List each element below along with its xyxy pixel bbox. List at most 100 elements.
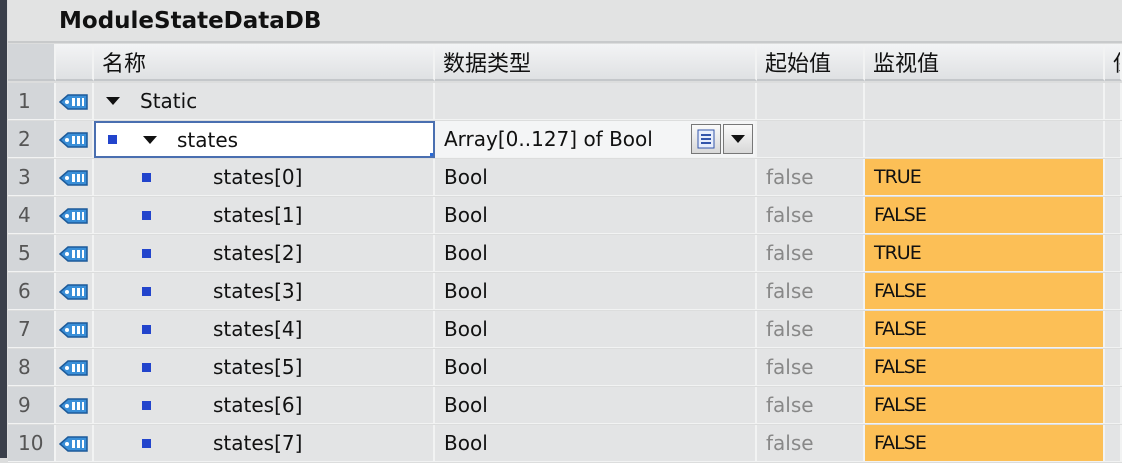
- element-icon: [142, 172, 151, 182]
- monitor-value-cell[interactable]: FALSE: [865, 197, 1105, 234]
- list-icon: [697, 129, 715, 149]
- extra-cell: [1105, 425, 1122, 462]
- row-name: states[0]: [213, 165, 303, 189]
- table-row[interactable]: 1 Static: [8, 83, 1122, 121]
- table-row[interactable]: 9 states[6] Bool false FALSE: [8, 387, 1122, 425]
- type-cell[interactable]: Bool: [435, 311, 757, 348]
- name-cell[interactable]: states: [94, 121, 435, 158]
- start-value-cell[interactable]: [757, 83, 865, 120]
- monitor-value-cell[interactable]: FALSE: [865, 349, 1105, 386]
- header-extra[interactable]: 保: [1105, 44, 1122, 81]
- row-number[interactable]: 8: [8, 349, 56, 386]
- type-cell[interactable]: Bool: [435, 273, 757, 310]
- row-icon-cell: [56, 349, 94, 386]
- name-cell[interactable]: states[7]: [94, 425, 435, 462]
- type-cell[interactable]: Bool: [435, 387, 757, 424]
- name-cell[interactable]: states[3]: [94, 273, 435, 310]
- row-number[interactable]: 7: [8, 311, 56, 348]
- table-row[interactable]: 6 states[3] Bool false FALSE: [8, 273, 1122, 311]
- start-value-cell[interactable]: false: [757, 387, 865, 424]
- name-cell[interactable]: states[0]: [94, 159, 435, 196]
- monitor-value-cell[interactable]: [865, 83, 1105, 120]
- name-cell[interactable]: states[5]: [94, 349, 435, 386]
- start-value-cell[interactable]: false: [757, 311, 865, 348]
- type-dropdown-button[interactable]: [723, 124, 753, 154]
- row-number[interactable]: 9: [8, 387, 56, 424]
- table-row[interactable]: 7 states[4] Bool false FALSE: [8, 311, 1122, 349]
- table-row[interactable]: 10 states[7] Bool false FALSE: [8, 425, 1122, 463]
- header-start[interactable]: 起始值: [757, 44, 865, 81]
- row-number[interactable]: 3: [8, 159, 56, 196]
- type-cell[interactable]: Array[0..127] of Bool: [435, 121, 757, 158]
- collapse-arrow-icon[interactable]: [106, 97, 120, 105]
- row-number[interactable]: 1: [8, 83, 56, 120]
- fill-handle[interactable]: [430, 153, 433, 156]
- table-row[interactable]: 5 states[2] Bool false TRUE: [8, 235, 1122, 273]
- row-type: Bool: [444, 203, 488, 227]
- monitor-value-cell[interactable]: FALSE: [865, 425, 1105, 462]
- row-icon-cell: [56, 83, 94, 120]
- monitor-value-cell[interactable]: TRUE: [865, 159, 1105, 196]
- collapse-arrow-icon[interactable]: [143, 135, 157, 144]
- start-value-cell[interactable]: false: [757, 425, 865, 462]
- name-cell[interactable]: states[1]: [94, 197, 435, 234]
- table-header: 名称 数据类型 起始值 监视值 保: [8, 44, 1122, 82]
- start-value-cell[interactable]: false: [757, 235, 865, 272]
- row-number[interactable]: 6: [8, 273, 56, 310]
- db-tag-icon: [58, 130, 89, 148]
- row-type: Bool: [444, 393, 488, 417]
- monitor-value-cell[interactable]: FALSE: [865, 387, 1105, 424]
- extra-cell: [1105, 121, 1122, 158]
- type-cell[interactable]: Bool: [435, 197, 757, 234]
- row-icon-cell: [56, 159, 94, 196]
- name-cell[interactable]: states[4]: [94, 311, 435, 348]
- row-icon-cell: [56, 273, 94, 310]
- table-row[interactable]: 4 states[1] Bool false FALSE: [8, 197, 1122, 235]
- start-value-cell[interactable]: false: [757, 273, 865, 310]
- element-icon: [142, 362, 151, 372]
- header-rownum: [8, 44, 56, 81]
- start-value-cell[interactable]: false: [757, 349, 865, 386]
- array-details-button[interactable]: [691, 124, 721, 154]
- row-number[interactable]: 4: [8, 197, 56, 234]
- header-type[interactable]: 数据类型: [435, 44, 757, 81]
- monitor-value-cell[interactable]: FALSE: [865, 311, 1105, 348]
- extra-cell: [1105, 159, 1122, 196]
- monitor-value-cell[interactable]: [865, 121, 1105, 158]
- table-row[interactable]: 8 states[5] Bool false FALSE: [8, 349, 1122, 387]
- type-cell[interactable]: Bool: [435, 349, 757, 386]
- row-number[interactable]: 10: [8, 425, 56, 462]
- header-monitor[interactable]: 监视值: [865, 44, 1105, 81]
- name-cell[interactable]: states[6]: [94, 387, 435, 424]
- table-row[interactable]: 3 states[0] Bool false TRUE: [8, 159, 1122, 197]
- db-tag-icon: [58, 206, 89, 224]
- name-cell[interactable]: Static: [94, 83, 435, 120]
- name-cell[interactable]: states[2]: [94, 235, 435, 272]
- row-number[interactable]: 5: [8, 235, 56, 272]
- extra-cell: [1105, 197, 1122, 234]
- header-name[interactable]: 名称: [94, 44, 435, 81]
- row-name: states[2]: [213, 241, 303, 265]
- monitor-value-cell[interactable]: TRUE: [865, 235, 1105, 272]
- row-name: states[7]: [213, 431, 303, 455]
- row-number[interactable]: 2: [8, 121, 56, 158]
- row-name: states[6]: [213, 393, 303, 417]
- extra-cell: [1105, 349, 1122, 386]
- db-tag-icon: [58, 320, 89, 338]
- row-type: Bool: [444, 431, 488, 455]
- type-cell[interactable]: [435, 83, 757, 120]
- table-row[interactable]: 2 states Array[0..127] of Bool: [8, 121, 1122, 159]
- type-cell[interactable]: Bool: [435, 425, 757, 462]
- type-cell[interactable]: Bool: [435, 235, 757, 272]
- element-icon: [142, 286, 151, 296]
- left-border: [0, 0, 7, 458]
- row-icon-cell: [56, 121, 94, 158]
- type-cell[interactable]: Bool: [435, 159, 757, 196]
- monitor-value-cell[interactable]: FALSE: [865, 273, 1105, 310]
- start-value-cell[interactable]: [757, 121, 865, 158]
- row-name: states[3]: [213, 279, 303, 303]
- element-icon: [142, 438, 151, 448]
- db-tag-icon: [58, 92, 89, 110]
- start-value-cell[interactable]: false: [757, 197, 865, 234]
- start-value-cell[interactable]: false: [757, 159, 865, 196]
